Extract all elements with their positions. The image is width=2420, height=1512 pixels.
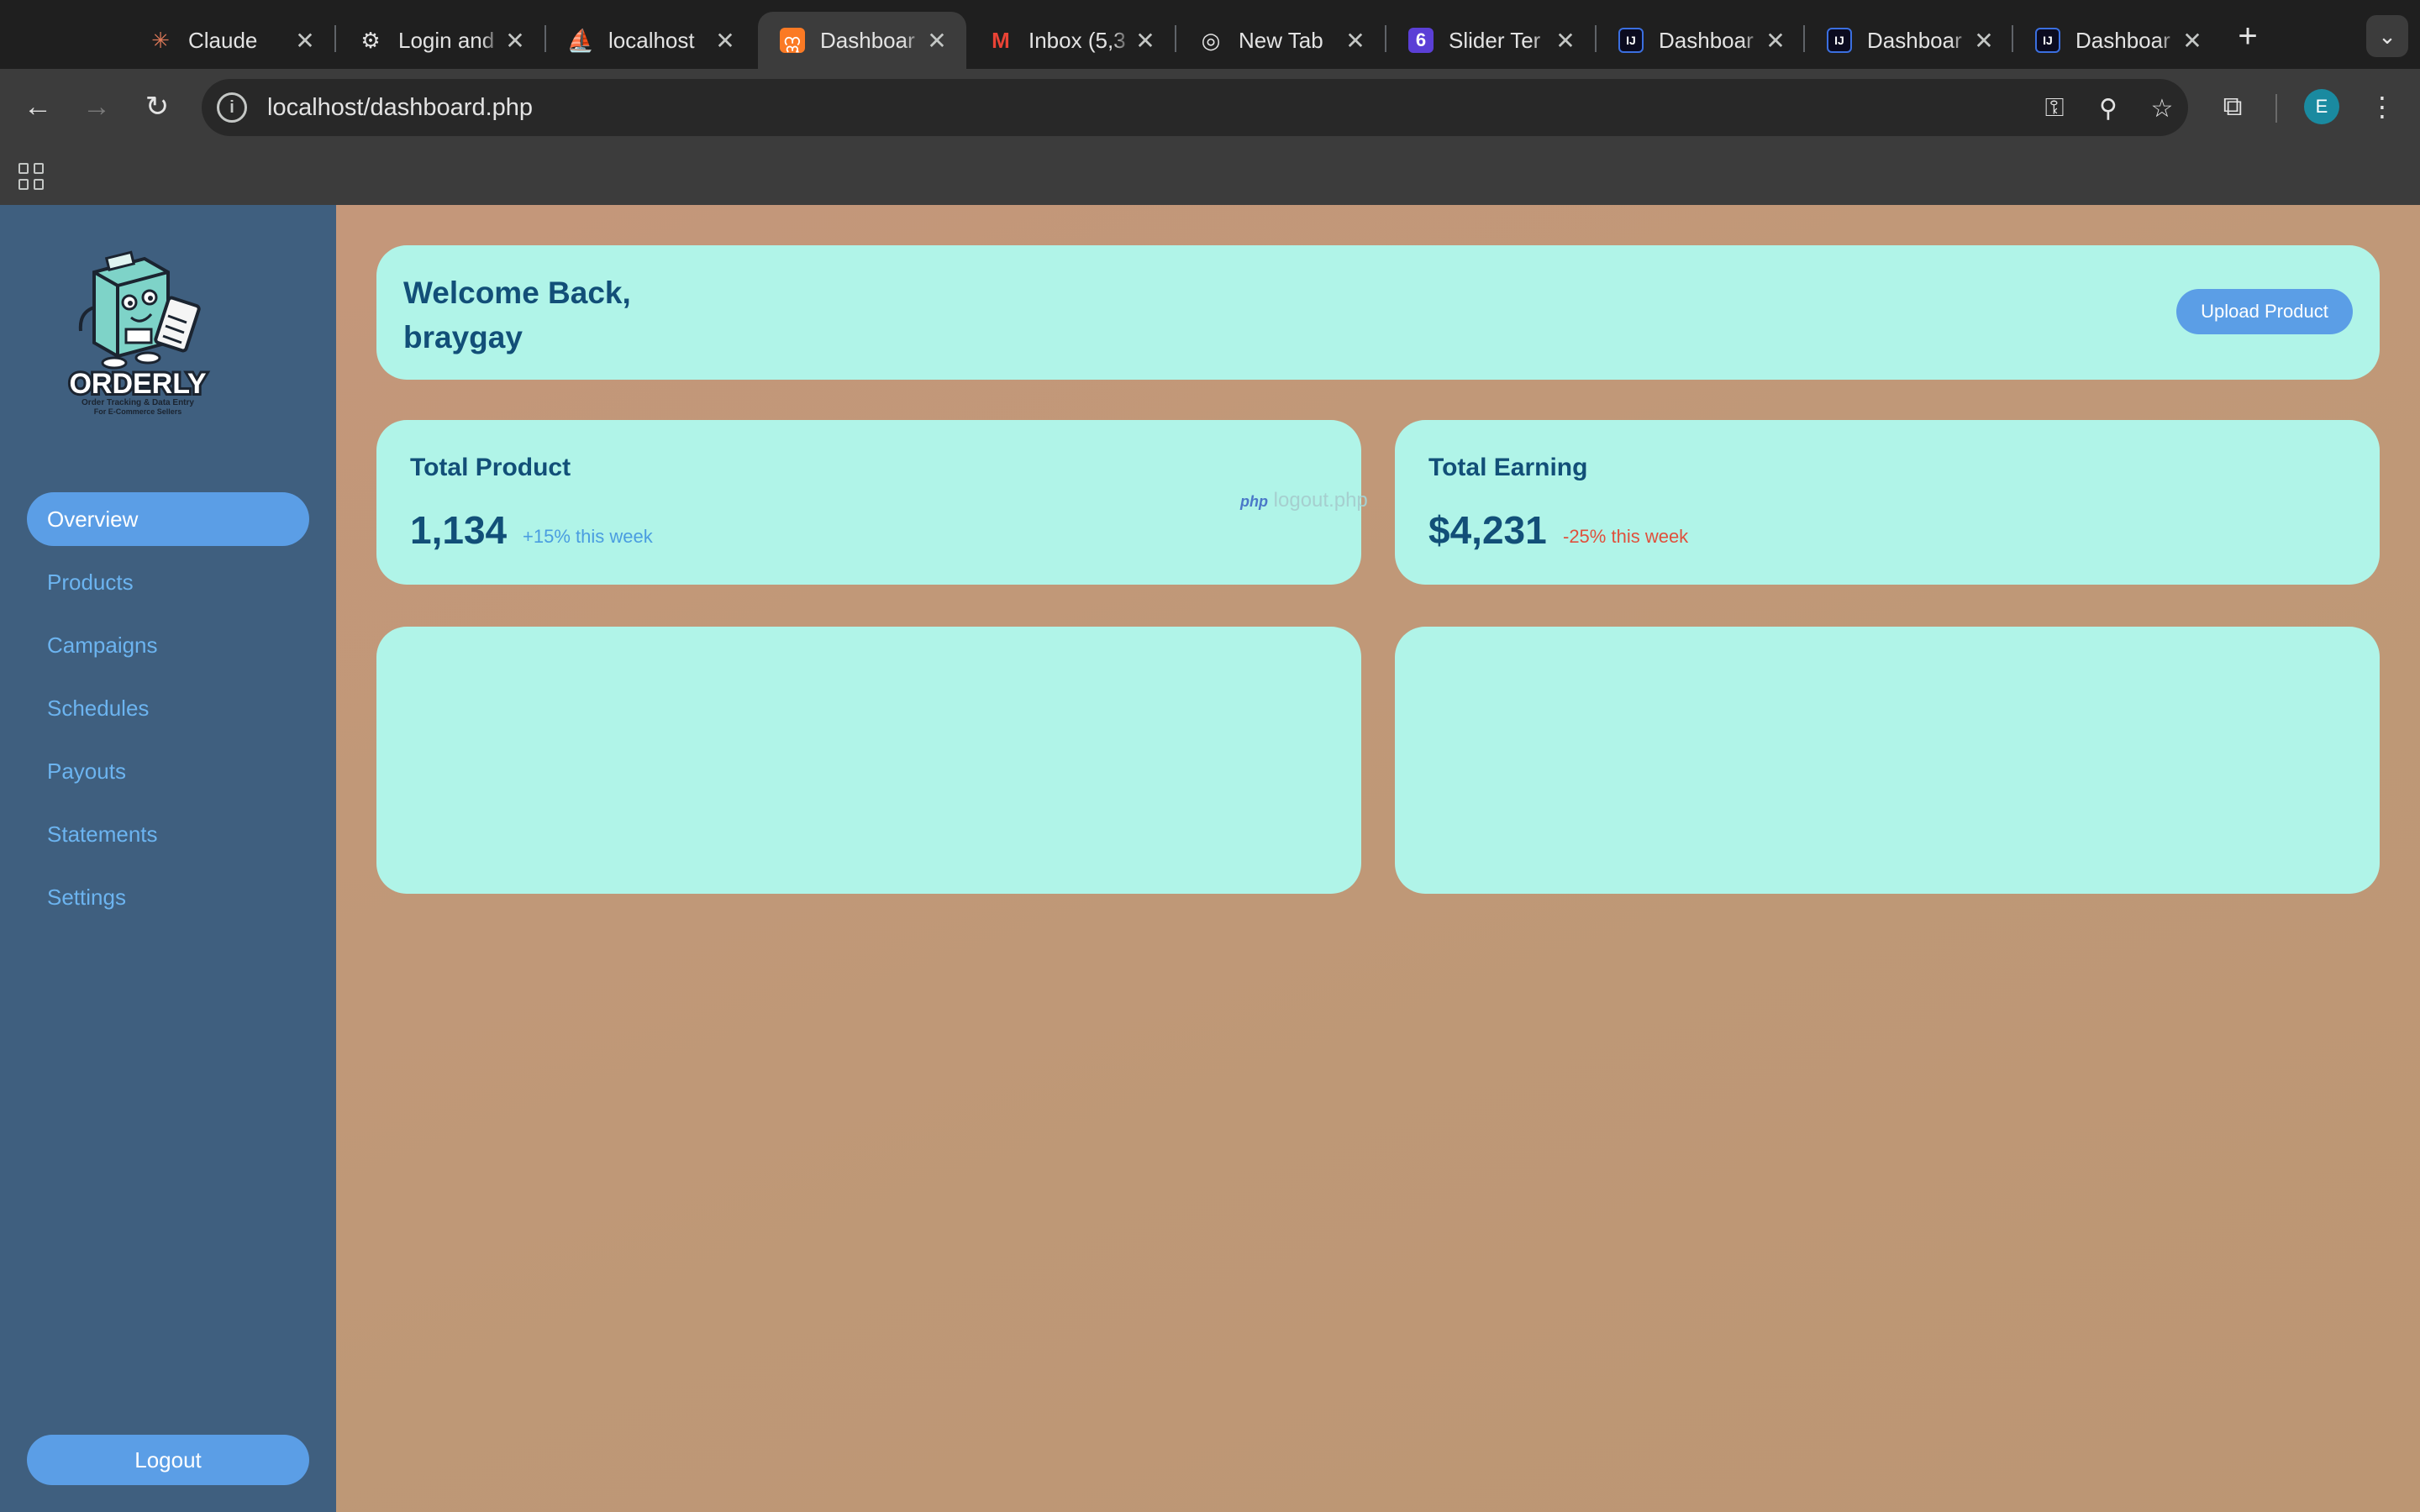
main-content: Welcome Back, braygay Upload Product Tot… — [336, 205, 2420, 1512]
stat-value: 1,134 — [410, 508, 508, 552]
zoom-icon[interactable]: ⚲ — [2092, 92, 2124, 124]
tab-title: localhost — [608, 27, 695, 53]
chrome-icon: ◎ — [1201, 27, 1221, 53]
tab-dashboard-active[interactable]: ဣ Dashboar ✕ — [758, 12, 966, 69]
sidebar-item-statements[interactable]: Statements — [27, 807, 309, 861]
browser-toolbar: ← → ↻ i localhost/dashboard.php ⚿ ⚲ ☆ ⧉ … — [0, 69, 2420, 144]
welcome-line: Welcome Back, — [403, 276, 631, 310]
site-info-icon[interactable]: i — [217, 92, 247, 123]
logo-tagline-1: Order Tracking & Data Entry — [82, 398, 194, 407]
profile-avatar[interactable]: E — [2304, 89, 2339, 124]
apps-grid-icon[interactable] — [18, 163, 45, 190]
logo-wordmark: ORDERLY — [69, 368, 206, 400]
tab-new-tab[interactable]: ◎ New Tab ✕ — [1176, 12, 1385, 69]
orderly-logo: ORDERLY Order Tracking & Data Entry For … — [66, 250, 209, 416]
dashboard-page: ORDERLY Order Tracking & Data Entry For … — [0, 205, 2420, 1512]
close-icon[interactable]: ✕ — [502, 28, 528, 54]
tab-inbox[interactable]: M Inbox (5,3 ✕ — [966, 12, 1175, 69]
close-icon[interactable]: ✕ — [924, 28, 950, 54]
tab-title: Dashboar — [1659, 27, 1754, 53]
total-earning-card: Total Earning $4,231 -25% this week — [1395, 420, 2380, 585]
browser-tab-strip: ✳ Claude ✕ ⚙ Login and ✕ ⛵ localhost ✕ ဣ… — [0, 0, 2420, 69]
tab-dashboard-3[interactable]: IJ Dashboar ✕ — [1805, 12, 2013, 69]
more-menu-icon[interactable]: ⋮ — [2363, 87, 2402, 126]
new-tab-button[interactable]: + — [2228, 17, 2267, 55]
bookmark-star-icon[interactable]: ☆ — [2146, 92, 2178, 124]
logo-tagline-2: For E-Commerce Sellers — [94, 407, 182, 416]
close-icon[interactable]: ✕ — [1763, 28, 1788, 54]
url-text: localhost/dashboard.php — [267, 93, 534, 121]
close-icon[interactable]: ✕ — [1971, 28, 1996, 54]
forward-button[interactable]: → — [77, 87, 116, 126]
upload-product-button[interactable]: Upload Product — [2176, 289, 2353, 334]
tab-title: Login and — [398, 27, 495, 53]
close-icon[interactable]: ✕ — [1133, 28, 1158, 54]
chart-panel-right — [1395, 627, 2380, 894]
tab-dashboard-2[interactable]: IJ Dashboar ✕ — [1597, 12, 1805, 69]
reload-button[interactable]: ↻ — [138, 87, 176, 126]
welcome-card: Welcome Back, braygay Upload Product — [376, 245, 2380, 380]
sidebar-nav: Overview Products Campaigns Schedules Pa… — [27, 492, 309, 933]
six-icon: 6 — [1408, 28, 1434, 53]
close-icon[interactable]: ✕ — [2180, 28, 2205, 54]
stat-value: $4,231 — [1428, 508, 1547, 552]
intellij-icon: IJ — [2035, 28, 2060, 53]
tab-title: New Tab — [1239, 27, 1323, 53]
sidebar: ORDERLY Order Tracking & Data Entry For … — [0, 205, 336, 1512]
close-icon[interactable]: ✕ — [713, 28, 738, 54]
close-icon[interactable]: ✕ — [1343, 28, 1368, 54]
openai-icon: ⚙ — [360, 27, 381, 53]
tab-claude[interactable]: ✳ Claude ✕ — [126, 12, 334, 69]
tab-title: Claude — [188, 27, 258, 53]
logout-button[interactable]: Logout — [27, 1435, 309, 1485]
total-product-card: Total Product 1,134 +15% this week php l… — [376, 420, 1368, 585]
welcome-heading: Welcome Back, braygay — [403, 270, 631, 360]
tab-title: Slider Ter — [1449, 27, 1541, 53]
sidebar-item-products[interactable]: Products — [27, 555, 309, 609]
tab-search-button[interactable]: ⌄ — [2366, 15, 2408, 57]
back-button[interactable]: ← — [18, 87, 57, 126]
php-file-icon: php — [1240, 493, 1268, 510]
intellij-icon: IJ — [1618, 28, 1644, 53]
tab-title: Dashboar — [1867, 27, 1962, 53]
tab-dashboard-4[interactable]: IJ Dashboar ✕ — [2013, 12, 2222, 69]
xampp-icon: ဣ — [780, 28, 805, 53]
username: braygay — [403, 320, 523, 354]
toolbar-separator — [2275, 94, 2277, 123]
close-icon[interactable]: ✕ — [1553, 28, 1578, 54]
sidebar-item-payouts[interactable]: Payouts — [27, 744, 309, 798]
drag-ghost-file: php logout.php — [1240, 489, 1368, 512]
stat-title: Total Earning — [1428, 454, 1588, 481]
address-bar[interactable]: i localhost/dashboard.php ⚿ ⚲ ☆ — [202, 79, 2188, 136]
tab-slider[interactable]: 6 Slider Ter ✕ — [1386, 12, 1595, 69]
claude-icon: ✳ — [151, 27, 170, 53]
stat-change-negative: -25% this week — [1563, 526, 1689, 547]
intellij-icon: IJ — [1827, 28, 1852, 53]
password-key-icon[interactable]: ⚿ — [2039, 92, 2070, 124]
tab-title: Inbox (5,3 — [1028, 27, 1126, 53]
sidebar-item-settings[interactable]: Settings — [27, 870, 309, 924]
sidebar-item-schedules[interactable]: Schedules — [27, 681, 309, 735]
tab-localhost[interactable]: ⛵ localhost ✕ — [546, 12, 755, 69]
stat-title: Total Product — [410, 454, 571, 481]
drag-ghost-filename: logout.php — [1273, 489, 1368, 512]
extensions-icon[interactable]: ⧉ — [2213, 87, 2252, 126]
sidebar-item-overview[interactable]: Overview — [27, 492, 309, 546]
phpmyadmin-icon: ⛵ — [566, 27, 595, 53]
stat-change-positive: +15% this week — [523, 526, 653, 547]
close-icon[interactable]: ✕ — [292, 28, 318, 54]
tab-title: Dashboar — [2075, 27, 2170, 53]
chart-panel-left — [376, 627, 1361, 894]
sidebar-item-campaigns[interactable]: Campaigns — [27, 618, 309, 672]
bookmark-bar — [0, 144, 2420, 205]
tab-login[interactable]: ⚙ Login and ✕ — [336, 12, 544, 69]
tab-title: Dashboar — [820, 27, 915, 53]
gmail-icon: M — [992, 27, 1010, 53]
